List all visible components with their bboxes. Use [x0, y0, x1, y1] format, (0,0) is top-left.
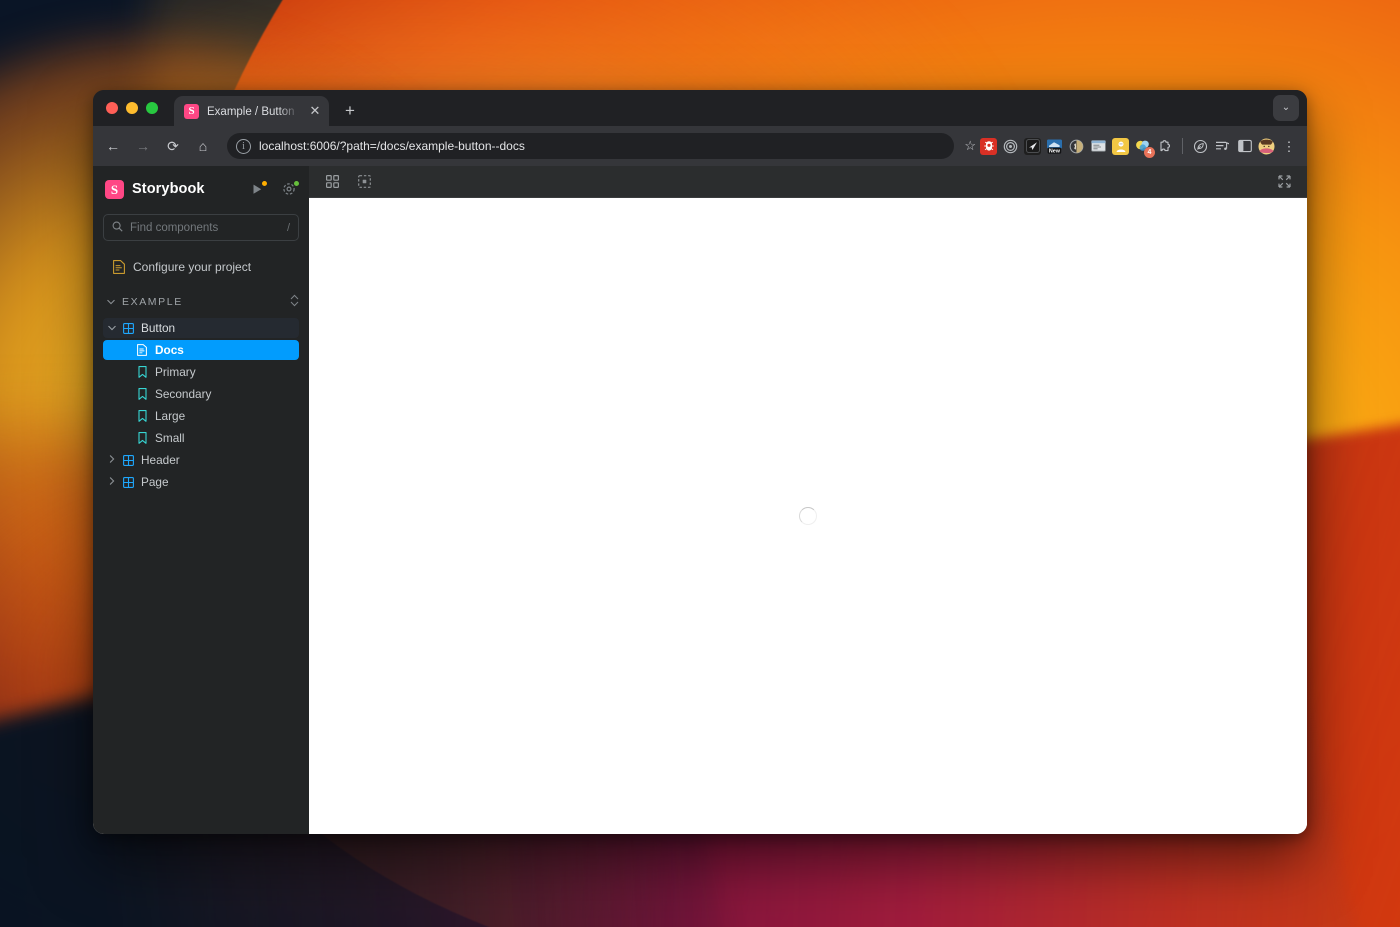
sidebar-item-small[interactable]: Small — [103, 428, 299, 448]
storybook-logo-icon[interactable]: S — [105, 179, 124, 199]
component-icon — [121, 476, 135, 488]
site-info-icon[interactable]: i — [236, 138, 251, 154]
sidebar-item-button[interactable]: Button — [103, 318, 299, 338]
sidebar-group-label: EXAMPLE — [122, 296, 183, 308]
measure-icon[interactable] — [353, 171, 375, 193]
storybook-sidebar: S Storybook Find components / Configure … — [93, 166, 309, 834]
back-button[interactable]: ← — [99, 132, 127, 160]
toolbar-separator — [1182, 138, 1183, 154]
storybook-brand-name: Storybook — [132, 181, 205, 197]
extensions-row: New 4 — [980, 137, 1275, 158]
minimize-window-button[interactable] — [126, 102, 138, 114]
grid-icon[interactable] — [321, 171, 343, 193]
browser-menu-button[interactable]: ⋮ — [1279, 140, 1299, 153]
sidebar-item-primary[interactable]: Primary — [103, 362, 299, 382]
sidebar-item-label: Small — [155, 431, 185, 445]
docs-icon — [135, 344, 149, 356]
shortcuts-icon[interactable] — [249, 180, 268, 197]
profile-avatar[interactable] — [1258, 138, 1275, 155]
notes-extension-icon[interactable] — [1090, 138, 1107, 155]
close-tab-icon[interactable]: ✕ — [307, 103, 323, 119]
forward-button[interactable]: → — [129, 132, 157, 160]
sidebar-item-large[interactable]: Large — [103, 406, 299, 426]
chevron-right-icon[interactable] — [103, 477, 121, 487]
story-icon — [135, 388, 149, 400]
loading-spinner — [799, 507, 817, 525]
bookmark-star-icon[interactable]: ☆ — [964, 138, 978, 154]
sidebar-item-page[interactable]: Page — [103, 472, 299, 492]
new-tab-extension-icon[interactable]: New — [1046, 138, 1063, 155]
sidebar-item-label: Header — [141, 453, 180, 467]
browser-toolbar: ← → ⟳ ⌂ i localhost:6006/?path=/docs/exa… — [93, 126, 1307, 166]
search-input[interactable]: Find components / — [103, 214, 299, 241]
settings-icon[interactable] — [281, 180, 300, 197]
sidebar-item-label: Docs — [155, 343, 184, 357]
adblock-extension-icon[interactable] — [980, 137, 997, 155]
reload-button[interactable]: ⟳ — [159, 132, 187, 160]
coin-extension-icon[interactable] — [1068, 138, 1085, 155]
fullscreen-icon[interactable] — [1273, 171, 1295, 193]
story-icon — [135, 432, 149, 444]
sidebar-group-example[interactable]: EXAMPLE — [103, 291, 299, 313]
page-content: S Storybook Find components / Configure … — [93, 166, 1307, 834]
storybook-preview-canvas — [309, 198, 1307, 834]
window-traffic-lights — [104, 90, 164, 126]
sidebar-item-label: Primary — [155, 365, 196, 379]
playlist-extension-icon[interactable] — [1214, 138, 1231, 155]
sidepanel-extension-icon[interactable] — [1236, 138, 1253, 155]
search-placeholder: Find components — [130, 221, 219, 234]
browser-tab[interactable]: S Example / Button - Docs ⋅ Sto ✕ — [174, 96, 329, 126]
search-shortcut-hint: / — [286, 221, 290, 234]
maximize-window-button[interactable] — [146, 102, 158, 114]
settings-notification-dot — [293, 180, 300, 187]
new-tab-button[interactable]: + — [337, 98, 363, 124]
configure-project-link[interactable]: Configure your project — [103, 255, 299, 279]
story-icon — [135, 410, 149, 422]
tab-strip: S Example / Button - Docs ⋅ Sto ✕ + ⌄ — [93, 90, 1307, 126]
storybook-main — [309, 166, 1307, 834]
chevron-down-icon[interactable] — [103, 324, 121, 333]
shortcuts-notification-dot — [261, 180, 268, 187]
sidebar-item-secondary[interactable]: Secondary — [103, 384, 299, 404]
sidebar-header: S Storybook — [103, 166, 300, 212]
sidebar-item-label: Page — [141, 475, 169, 489]
chevron-down-icon — [107, 298, 115, 307]
search-icon — [112, 221, 123, 235]
configure-project-label: Configure your project — [133, 260, 252, 274]
chevron-down-icon[interactable]: ⌄ — [1273, 95, 1299, 121]
sidebar-item-header[interactable]: Header — [103, 450, 299, 470]
sidebar-item-docs[interactable]: Docs — [103, 340, 299, 360]
tab-title: Example / Button - Docs ⋅ Sto — [207, 106, 299, 118]
expand-all-icon[interactable] — [290, 294, 299, 310]
avatar-extension-icon[interactable] — [1112, 137, 1129, 155]
storybook-favicon-icon: S — [184, 103, 199, 119]
component-icon — [121, 454, 135, 466]
story-icon — [135, 366, 149, 378]
browser-window: S Example / Button - Docs ⋅ Sto ✕ + ⌄ ← … — [93, 90, 1307, 834]
chevron-right-icon[interactable] — [103, 455, 121, 465]
url-text: localhost:6006/?path=/docs/example-butto… — [259, 139, 525, 153]
extension-badge-count: 4 — [1144, 146, 1155, 158]
address-bar[interactable]: i localhost:6006/?path=/docs/example-but… — [227, 133, 955, 159]
sidebar-item-label: Secondary — [155, 387, 212, 401]
puzzle-extension-icon[interactable] — [1156, 138, 1173, 155]
document-icon — [113, 260, 125, 274]
component-icon — [121, 322, 135, 334]
sidebar-item-label: Large — [155, 409, 186, 423]
svg-text:New: New — [1049, 148, 1061, 154]
target-extension-icon[interactable] — [1002, 138, 1019, 155]
close-window-button[interactable] — [106, 102, 118, 114]
storybook-preview-toolbar — [309, 166, 1307, 198]
leaf-extension-icon[interactable] — [1192, 138, 1209, 155]
paper-plane-extension-icon[interactable] — [1024, 137, 1041, 155]
home-button[interactable]: ⌂ — [189, 132, 217, 160]
sidebar-item-label: Button — [141, 321, 176, 335]
color-picker-extension-icon[interactable]: 4 — [1134, 138, 1155, 158]
